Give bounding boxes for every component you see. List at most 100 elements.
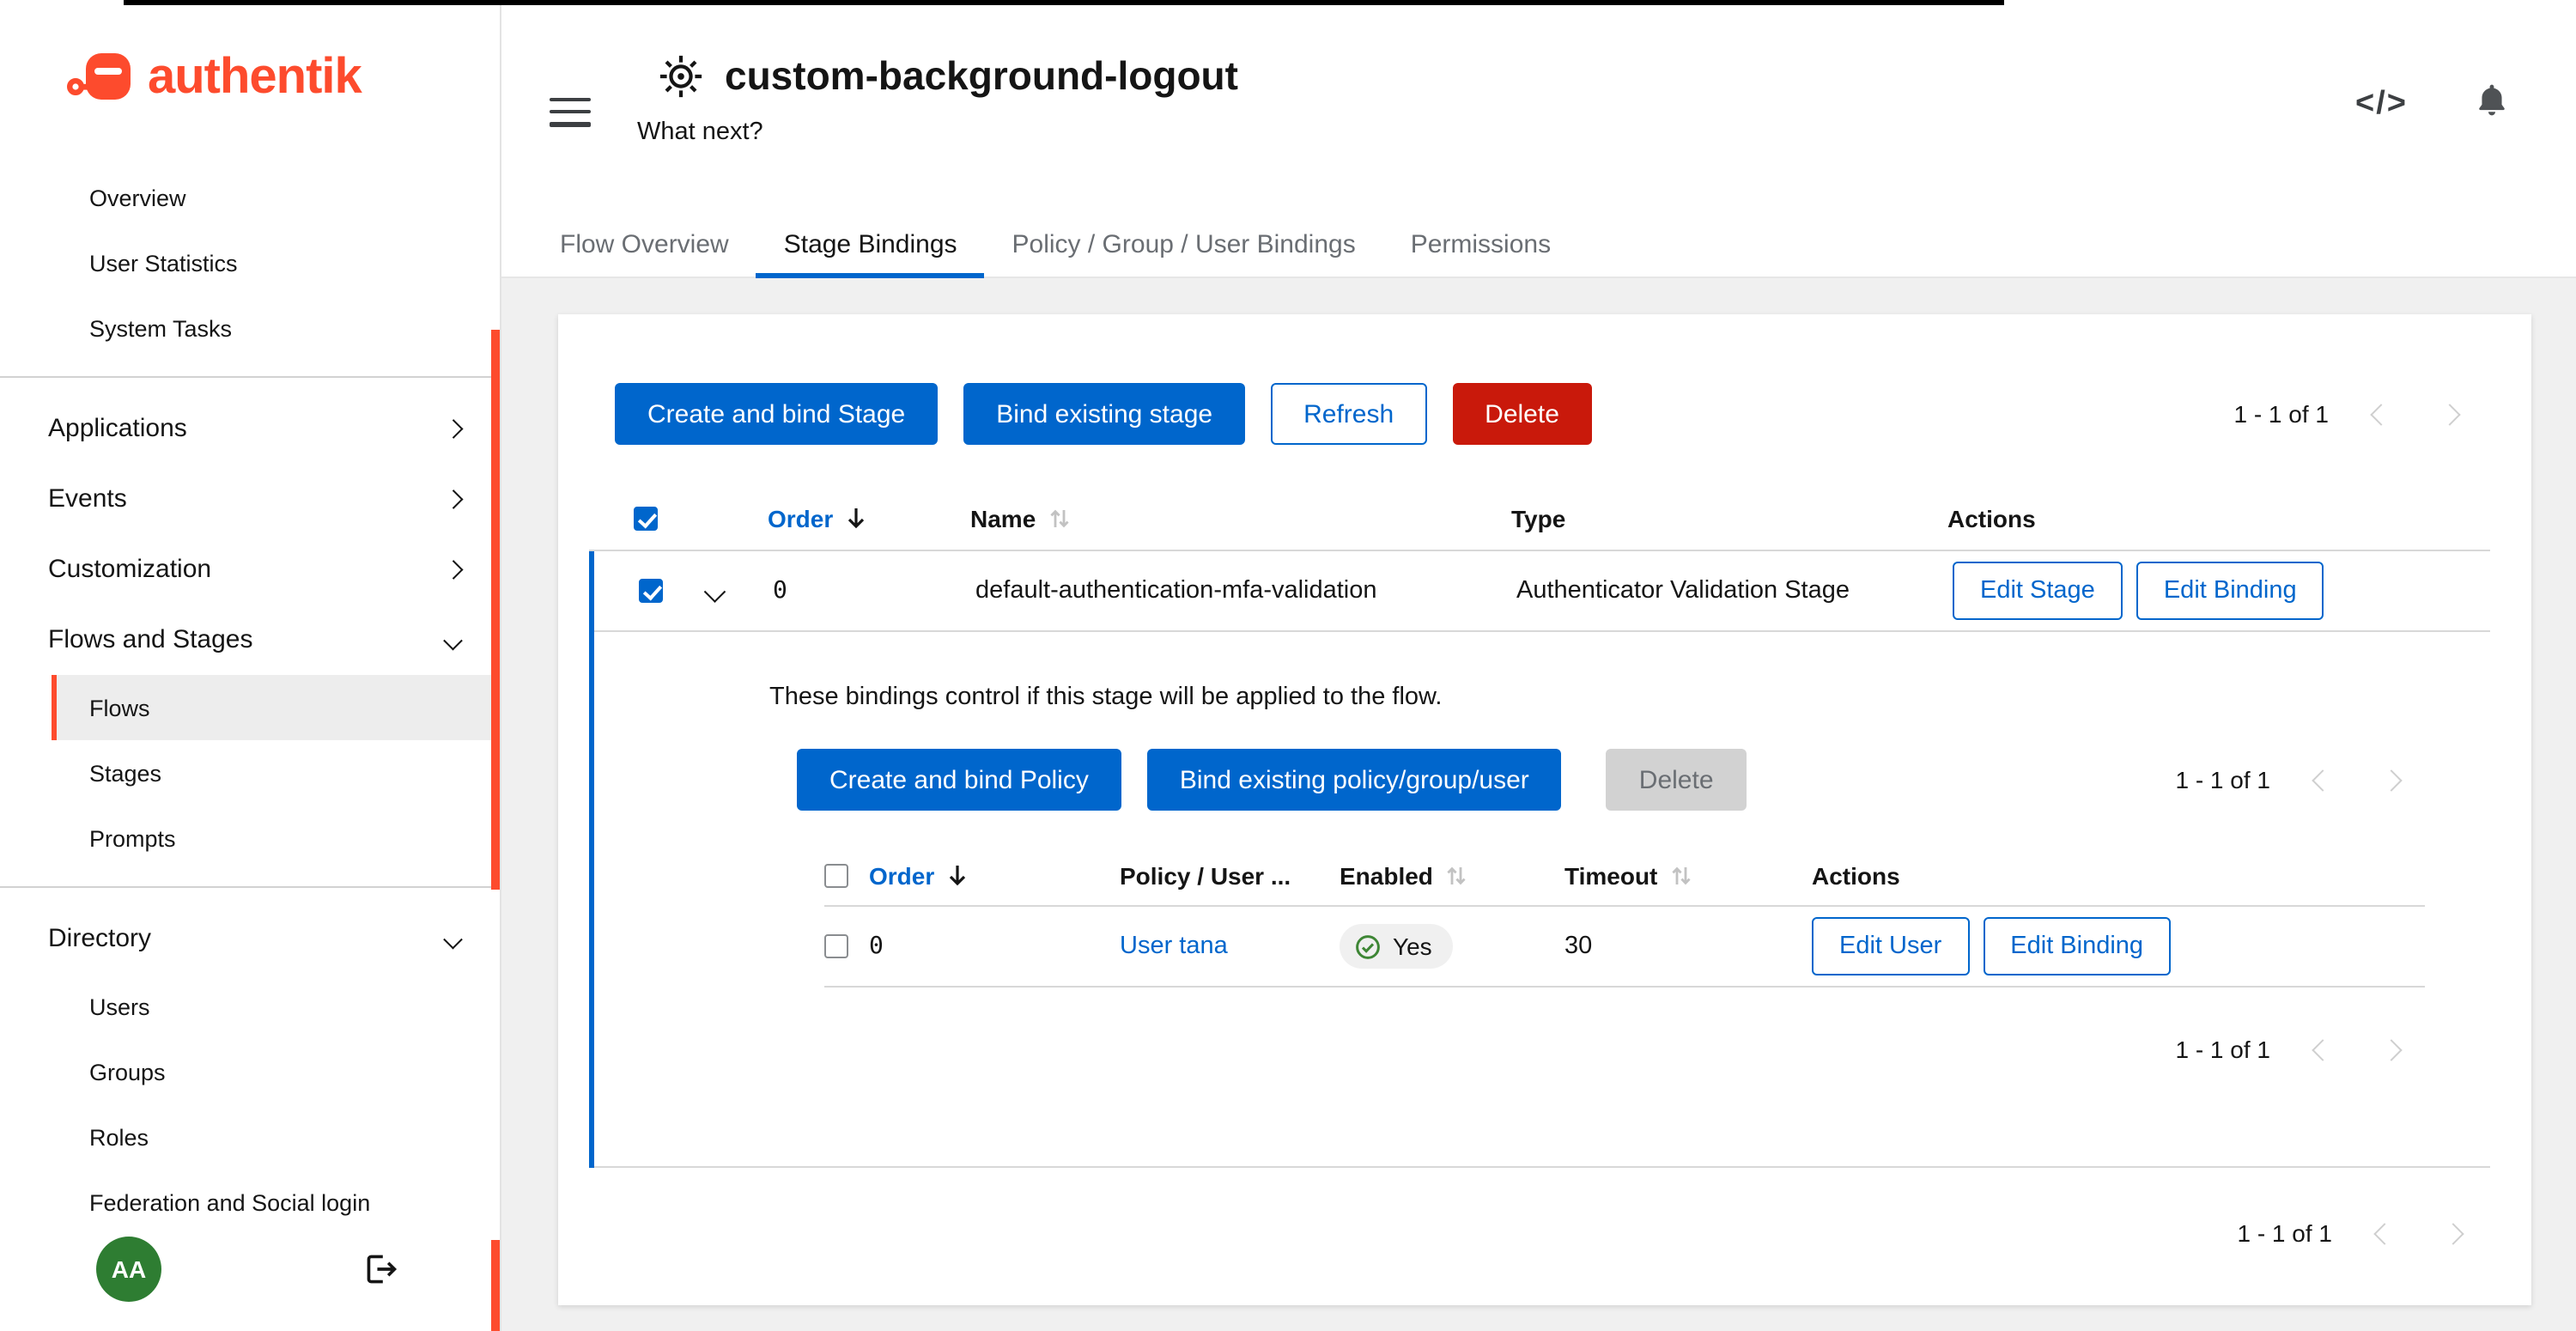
next-page-button[interactable] <box>2418 1202 2487 1264</box>
pagination: 1 - 1 of 1 <box>2237 1202 2487 1264</box>
tab-policy-group-user-bindings[interactable]: Policy / Group / User Bindings <box>985 213 1383 277</box>
sidebar-scrollbar[interactable] <box>491 1240 500 1331</box>
delete-policy-binding-button[interactable]: Delete <box>1607 749 1747 811</box>
sidebar-item-federation-social-login[interactable]: Federation and Social login <box>0 1170 500 1235</box>
sidebar-item-stages[interactable]: Stages <box>0 740 500 805</box>
row-checkbox[interactable] <box>639 579 663 603</box>
title-block: custom-background-logout What next? <box>637 53 1238 146</box>
next-page-button[interactable] <box>2356 1018 2425 1080</box>
previous-page-button[interactable] <box>2349 1202 2418 1264</box>
flow-icon <box>658 53 704 100</box>
chevron-right-icon <box>2379 769 2401 790</box>
create-and-bind-policy-button[interactable]: Create and bind Policy <box>797 749 1121 811</box>
sidebar-item-events[interactable]: Events <box>0 464 500 534</box>
column-header-actions: Actions <box>1923 504 2490 532</box>
edit-binding-button[interactable]: Edit Binding <box>1983 917 2171 975</box>
pagination-label: 1 - 1 of 1 <box>2237 1219 2332 1247</box>
sidebar-item-label: Overview <box>89 185 186 210</box>
sidebar-item-flows-and-stages[interactable]: Flows and Stages <box>0 605 500 675</box>
sidebar-item-flows[interactable]: Flows <box>52 675 500 740</box>
authentik-logo-text: authentik <box>148 49 361 106</box>
chevron-right-icon <box>2438 403 2459 424</box>
delete-button[interactable]: Delete <box>1452 383 1592 445</box>
previous-page-button[interactable] <box>2287 749 2356 811</box>
refresh-button[interactable]: Refresh <box>1271 383 1426 445</box>
previous-page-button[interactable] <box>2346 383 2415 445</box>
sidebar-item-prompts[interactable]: Prompts <box>0 805 500 871</box>
table-row: 0 default-authentication-mfa-validation … <box>594 551 2490 632</box>
sidebar-item-label: Groups <box>89 1059 166 1085</box>
select-all-checkbox[interactable] <box>634 506 658 530</box>
edit-user-button[interactable]: Edit User <box>1812 917 1969 975</box>
sidebar-item-applications[interactable]: Applications <box>0 393 500 464</box>
column-header-policy-user: Policy / User ... <box>1120 861 1340 889</box>
next-page-button[interactable] <box>2415 383 2483 445</box>
edit-stage-button[interactable]: Edit Stage <box>1953 562 2123 620</box>
sort-icon <box>1671 863 1692 887</box>
column-header-timeout[interactable]: Timeout <box>1564 861 1812 889</box>
chevron-left-icon <box>2369 403 2391 424</box>
column-header-type: Type <box>1487 504 1923 532</box>
status-badge: Yes <box>1340 924 1453 969</box>
tab-label: Stage Bindings <box>784 230 957 259</box>
sidebar: authentik Overview User Statistics Syste… <box>0 0 501 1331</box>
next-page-button[interactable] <box>2356 749 2425 811</box>
row-checkbox[interactable] <box>824 934 848 958</box>
row-name-value: default-authentication-mfa-validation <box>951 577 1492 605</box>
expanded-row-content: These bindings control if this stage wil… <box>594 632 2490 1168</box>
top-black-bar <box>124 0 2004 5</box>
column-header-order[interactable]: Order <box>869 861 1120 889</box>
sidebar-item-customization[interactable]: Customization <box>0 534 500 605</box>
bind-existing-policy-button[interactable]: Bind existing policy/group/user <box>1147 749 1562 811</box>
tab-label: Policy / Group / User Bindings <box>1012 230 1356 259</box>
authentik-logo[interactable]: authentik <box>0 0 500 141</box>
column-header-enabled[interactable]: Enabled <box>1340 861 1564 889</box>
row-timeout-value: 30 <box>1564 933 1812 960</box>
row-order-value: 0 <box>749 577 951 605</box>
sidebar-item-groups[interactable]: Groups <box>0 1039 500 1104</box>
page-header: custom-background-logout What next? </> … <box>501 0 2576 278</box>
pagination-label: 1 - 1 of 1 <box>2175 1036 2270 1063</box>
avatar[interactable]: AA <box>96 1237 161 1302</box>
tab-flow-overview[interactable]: Flow Overview <box>532 213 756 277</box>
chevron-left-icon <box>2372 1222 2394 1243</box>
sidebar-item-roles[interactable]: Roles <box>0 1104 500 1170</box>
policy-user-link[interactable]: User tana <box>1120 933 1228 960</box>
collapse-row-chevron-icon[interactable] <box>704 580 725 601</box>
chevron-right-icon <box>443 489 461 507</box>
sidebar-item-overview[interactable]: Overview <box>0 165 500 230</box>
column-header-order[interactable]: Order <box>744 504 946 532</box>
sidebar-item-label: User Statistics <box>89 250 238 276</box>
create-and-bind-stage-button[interactable]: Create and bind Stage <box>615 383 938 445</box>
sort-descending-icon <box>847 507 866 529</box>
card-toolbar: Create and bind Stage Bind existing stag… <box>558 314 2531 486</box>
select-all-checkbox[interactable] <box>824 863 848 887</box>
sidebar-item-label: Prompts <box>89 825 176 851</box>
logout-icon[interactable] <box>362 1252 400 1286</box>
edit-binding-button[interactable]: Edit Binding <box>2136 562 2324 620</box>
app-window: authentik Overview User Statistics Syste… <box>0 0 2576 1331</box>
bind-existing-stage-button[interactable]: Bind existing stage <box>963 383 1245 445</box>
sidebar-footer: AA <box>0 1235 500 1331</box>
tab-bar: Flow Overview Stage Bindings Policy / Gr… <box>501 213 2576 278</box>
sidebar-item-system-tasks[interactable]: System Tasks <box>0 295 500 361</box>
page-title: custom-background-logout <box>725 53 1238 100</box>
sidebar-item-users[interactable]: Users <box>0 974 500 1039</box>
tab-permissions[interactable]: Permissions <box>1383 213 1578 277</box>
notifications-bell-icon[interactable] <box>2473 81 2511 119</box>
chevron-left-icon <box>2311 1038 2332 1060</box>
row-type-value: Authenticator Validation Stage <box>1492 577 1929 605</box>
chevron-right-icon <box>443 560 461 578</box>
sidebar-divider <box>0 376 500 378</box>
chevron-down-icon <box>443 929 461 947</box>
api-code-icon[interactable]: </> <box>2355 86 2408 124</box>
sidebar-scrollbar[interactable] <box>491 330 500 890</box>
chevron-right-icon <box>443 419 461 437</box>
column-header-name[interactable]: Name <box>946 504 1487 532</box>
sidebar-item-user-statistics[interactable]: User Statistics <box>0 230 500 295</box>
previous-page-button[interactable] <box>2287 1018 2356 1080</box>
sidebar-item-directory[interactable]: Directory <box>0 903 500 974</box>
hamburger-menu-icon[interactable] <box>550 89 591 134</box>
tab-stage-bindings[interactable]: Stage Bindings <box>756 213 985 277</box>
sidebar-item-label: Stages <box>89 760 161 786</box>
